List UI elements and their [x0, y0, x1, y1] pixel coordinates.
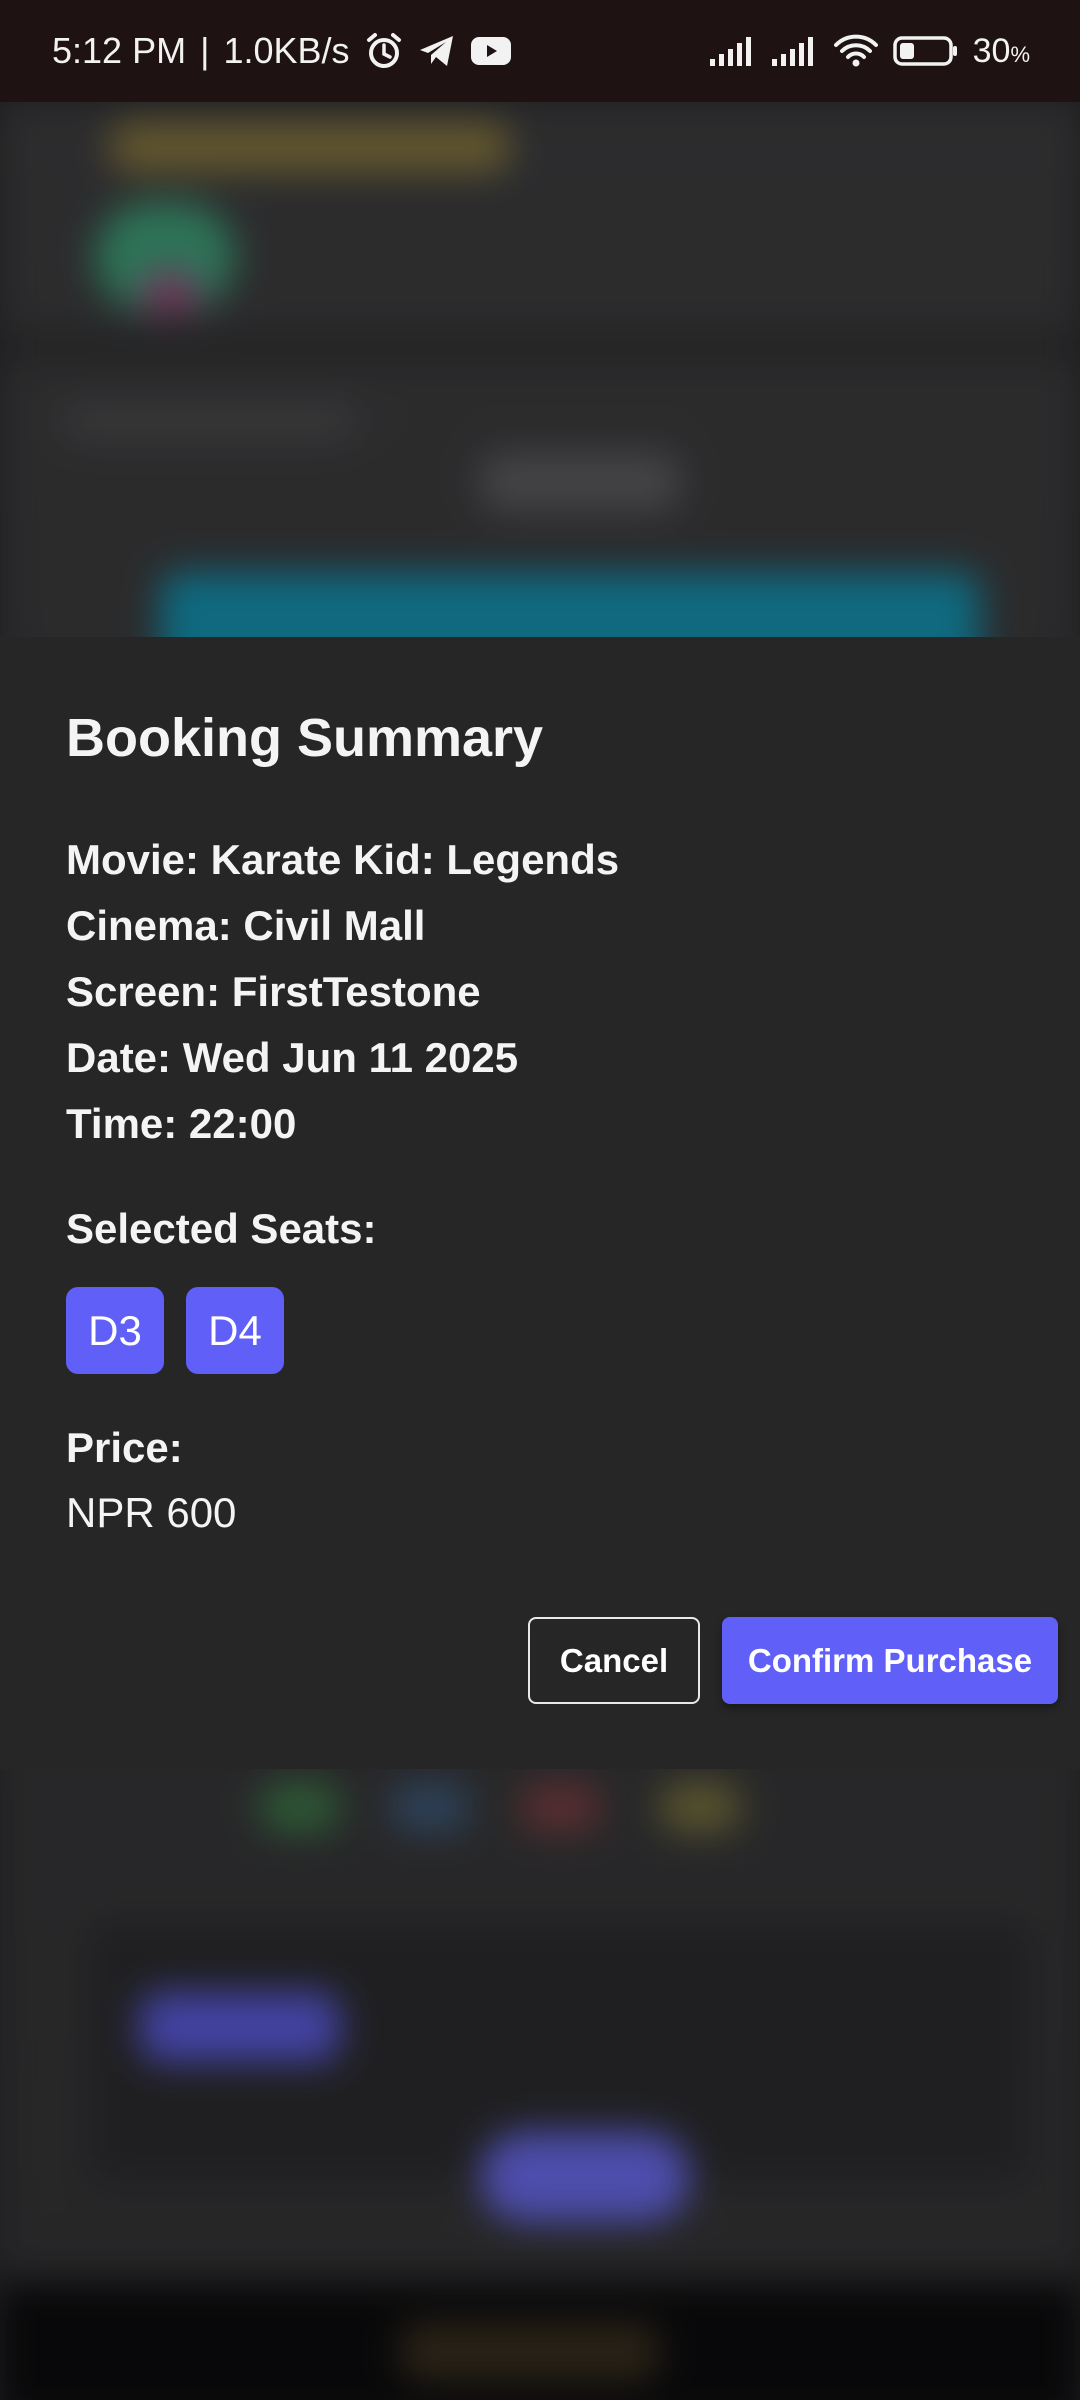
- price-label: Price:: [66, 1424, 183, 1471]
- battery-icon: [892, 35, 959, 67]
- status-time: 5:12 PM: [52, 30, 187, 71]
- status-separator: |: [200, 30, 210, 71]
- status-net-speed: 1.0KB/s: [223, 30, 350, 71]
- battery-percentage: 30%: [973, 32, 1030, 71]
- price-value: NPR 600: [66, 1489, 237, 1536]
- signal-icon: [709, 35, 757, 67]
- detail-cinema: Cinema: Civil Mall: [66, 902, 426, 949]
- app-screen: 5:12 PM | 1.0KB/s 30% Booking Summary Mo…: [0, 0, 1080, 2400]
- cancel-button[interactable]: Cancel: [528, 1617, 700, 1704]
- detail-screen: Screen: FirstTestone: [66, 968, 481, 1015]
- status-left: 5:12 PM | 1.0KB/s: [52, 0, 512, 102]
- selected-seats-heading: Selected Seats:: [66, 1205, 377, 1252]
- youtube-icon: [470, 35, 512, 67]
- status-right: 30%: [709, 0, 1030, 102]
- signal-icon: [771, 35, 819, 67]
- seat-chip-list: D3 D4: [66, 1287, 284, 1374]
- battery-value: 30: [972, 31, 1011, 70]
- detail-time: Time: 22:00: [66, 1100, 297, 1147]
- seat-chip: D3: [66, 1287, 164, 1374]
- dialog-title: Booking Summary: [66, 708, 544, 768]
- booking-details: Movie: Karate Kid: Legends Cinema: Civil…: [66, 827, 619, 1157]
- detail-movie: Movie: Karate Kid: Legends: [66, 836, 620, 883]
- detail-date: Date: Wed Jun 11 2025: [66, 1034, 519, 1081]
- alarm-icon: [364, 31, 404, 71]
- wifi-icon: [833, 34, 879, 68]
- booking-summary-dialog: Booking Summary Movie: Karate Kid: Legen…: [0, 637, 1080, 1769]
- status-bar: 5:12 PM | 1.0KB/s 30%: [0, 0, 1080, 102]
- battery-unit: %: [1010, 41, 1030, 67]
- confirm-purchase-button[interactable]: Confirm Purchase: [722, 1617, 1058, 1704]
- seat-chip: D4: [186, 1287, 284, 1374]
- telegram-icon: [418, 33, 456, 69]
